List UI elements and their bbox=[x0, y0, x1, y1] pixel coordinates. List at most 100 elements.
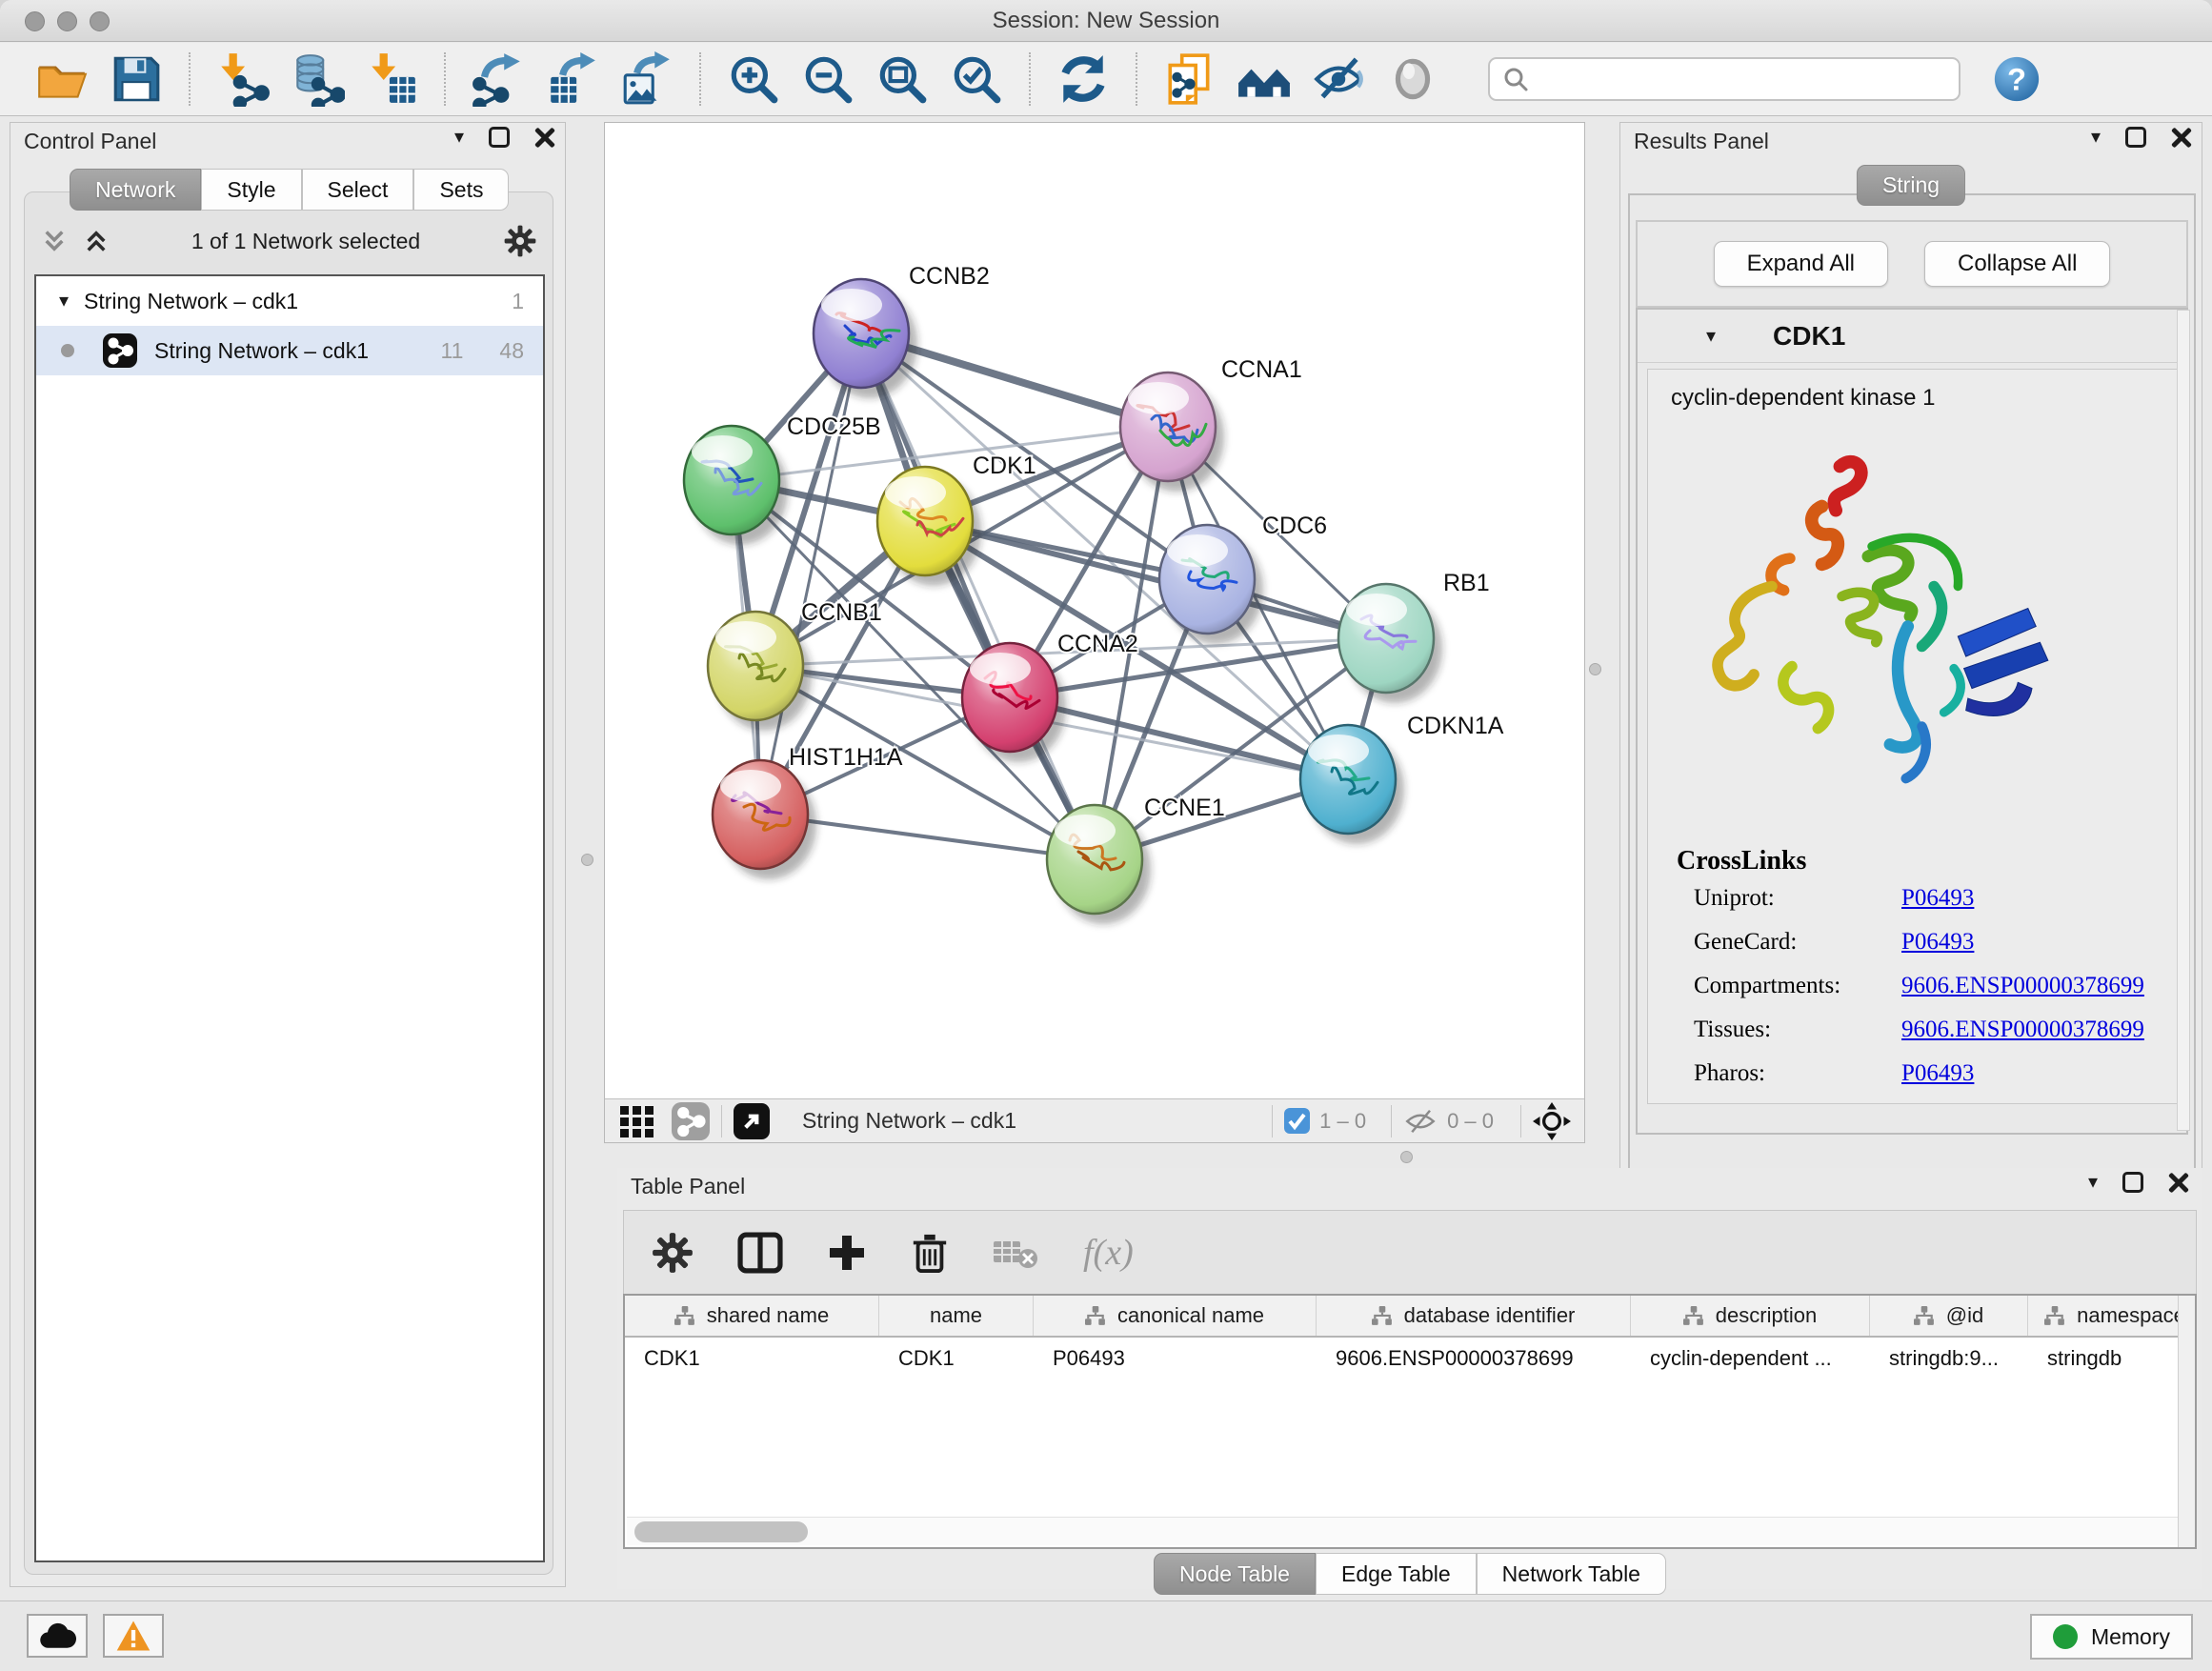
close-panel-button[interactable] bbox=[2171, 127, 2192, 148]
close-panel-button[interactable] bbox=[534, 127, 555, 148]
zoom-out-button[interactable] bbox=[798, 50, 857, 109]
table-cell[interactable]: cyclin-dependent ... bbox=[1631, 1338, 1870, 1379]
save-session-button[interactable] bbox=[107, 50, 166, 109]
collapse-panel-button[interactable]: ▾ bbox=[2091, 128, 2101, 147]
network-node-CCNA2[interactable] bbox=[962, 643, 1066, 762]
delete-trash-icon[interactable] bbox=[910, 1231, 950, 1275]
column-header-sharedname[interactable]: shared name bbox=[625, 1296, 879, 1336]
hscroll-thumb[interactable] bbox=[634, 1521, 808, 1542]
network-canvas[interactable]: CCNB2CCNA1CDC25BCDK1CDC6RB1CCNB1CCNA2CDK… bbox=[605, 123, 1584, 1098]
expand-all-button[interactable]: Expand All bbox=[1714, 241, 1888, 287]
network-collection-row[interactable]: ▾ String Network – cdk1 1 bbox=[36, 276, 543, 326]
collapse-panel-button[interactable]: ▾ bbox=[454, 128, 464, 147]
import-table-button[interactable] bbox=[362, 50, 421, 109]
tab-edge-table[interactable]: Edge Table bbox=[1316, 1553, 1477, 1595]
crosslink-link[interactable]: P06493 bbox=[1901, 885, 1974, 911]
table-settings-gear-icon[interactable] bbox=[651, 1231, 694, 1275]
first-neighbors-button[interactable] bbox=[1235, 50, 1294, 109]
duplicate-network-button[interactable] bbox=[1160, 50, 1219, 109]
add-column-plus-icon[interactable] bbox=[826, 1232, 868, 1274]
table-cell[interactable]: 9606.ENSP00000378699 bbox=[1317, 1338, 1631, 1379]
column-header-canonicalname[interactable]: canonical name bbox=[1034, 1296, 1317, 1336]
close-panel-button[interactable] bbox=[2168, 1172, 2189, 1193]
warnings-button[interactable] bbox=[103, 1614, 164, 1658]
column-header-namespace[interactable]: namespace bbox=[2028, 1296, 2197, 1336]
float-panel-button[interactable] bbox=[489, 127, 510, 148]
tab-network[interactable]: Network bbox=[70, 169, 201, 211]
float-panel-button[interactable] bbox=[2122, 1172, 2143, 1193]
table-vscrollbar[interactable] bbox=[2178, 1296, 2195, 1547]
table-cell[interactable]: CDK1 bbox=[879, 1338, 1034, 1379]
network-node-RB1[interactable] bbox=[1338, 584, 1442, 703]
show-columns-icon[interactable] bbox=[736, 1232, 784, 1274]
tab-select[interactable]: Select bbox=[302, 169, 414, 211]
column-header-id[interactable]: @id bbox=[1870, 1296, 2028, 1336]
zoom-fit-icon bbox=[875, 51, 930, 107]
left-splitter-handle[interactable] bbox=[581, 854, 593, 866]
fit-crosshair-icon[interactable] bbox=[1533, 1102, 1571, 1140]
refresh-view-button[interactable] bbox=[1054, 50, 1113, 109]
table-cell[interactable]: stringdb:9... bbox=[1870, 1338, 2028, 1379]
table-cell[interactable]: stringdb bbox=[2028, 1338, 2197, 1379]
network-edge[interactable] bbox=[760, 333, 861, 815]
export-table-button[interactable] bbox=[543, 50, 602, 109]
network-node-CCNB2[interactable] bbox=[814, 279, 917, 398]
help-button[interactable]: ? bbox=[1987, 50, 2046, 109]
network-node-CDKN1A[interactable] bbox=[1300, 725, 1404, 844]
table-row[interactable]: CDK1CDK1P064939606.ENSP00000378699cyclin… bbox=[625, 1338, 2195, 1379]
crosslink-link[interactable]: P06493 bbox=[1901, 929, 1974, 955]
import-database-button[interactable] bbox=[288, 50, 347, 109]
tab-network-table[interactable]: Network Table bbox=[1477, 1553, 1666, 1595]
right-splitter-handle[interactable] bbox=[1589, 663, 1601, 675]
cloud-status-button[interactable] bbox=[27, 1614, 88, 1658]
tab-style[interactable]: Style bbox=[201, 169, 301, 211]
share-view-icon[interactable] bbox=[672, 1102, 710, 1140]
export-image-button[interactable] bbox=[617, 50, 676, 109]
expand-all-icon[interactable] bbox=[84, 229, 109, 253]
memory-button[interactable]: Memory bbox=[2030, 1614, 2193, 1660]
export-network-button[interactable] bbox=[469, 50, 528, 109]
selected-checkbox-icon[interactable] bbox=[1284, 1108, 1310, 1134]
zoom-in-button[interactable] bbox=[724, 50, 783, 109]
tab-sets[interactable]: Sets bbox=[413, 169, 509, 211]
network-row-selected[interactable]: String Network – cdk1 11 48 bbox=[36, 326, 543, 375]
crosslink-link[interactable]: 9606.ENSP00000378699 bbox=[1901, 973, 2144, 998]
show-all-button[interactable] bbox=[1383, 50, 1442, 109]
open-session-button[interactable] bbox=[32, 50, 91, 109]
network-node-CDC6[interactable] bbox=[1159, 525, 1263, 644]
column-header-description[interactable]: description bbox=[1631, 1296, 1870, 1336]
network-node-HIST1H1A[interactable] bbox=[713, 760, 816, 879]
export-view-icon[interactable] bbox=[734, 1103, 770, 1139]
network-node-CCNA1[interactable] bbox=[1120, 372, 1224, 492]
column-header-databaseidentifier[interactable]: database identifier bbox=[1317, 1296, 1631, 1336]
import-network-button[interactable] bbox=[213, 50, 272, 109]
search-input[interactable] bbox=[1538, 66, 1959, 92]
gear-icon[interactable] bbox=[503, 224, 537, 258]
crosslink-link[interactable]: 9606.ENSP00000378699 bbox=[1901, 1017, 2144, 1042]
column-header-name[interactable]: name bbox=[879, 1296, 1034, 1336]
search-field[interactable] bbox=[1488, 57, 1961, 101]
crosslink-link[interactable]: P06493 bbox=[1901, 1060, 1974, 1086]
grid-view-icon[interactable] bbox=[618, 1102, 656, 1140]
network-node-CDK1[interactable] bbox=[877, 467, 981, 586]
tab-node-table[interactable]: Node Table bbox=[1154, 1553, 1316, 1595]
zoom-selected-button[interactable] bbox=[947, 50, 1006, 109]
function-builder-button[interactable]: f(x) bbox=[1083, 1232, 1134, 1274]
tab-string[interactable]: String bbox=[1857, 165, 1965, 206]
table-cell[interactable]: CDK1 bbox=[625, 1338, 879, 1379]
collapse-panel-button[interactable]: ▾ bbox=[2088, 1173, 2098, 1192]
gene-collapse-icon[interactable]: ▾ bbox=[1706, 327, 1716, 346]
zoom-fit-button[interactable] bbox=[873, 50, 932, 109]
network-node-CDC25B[interactable] bbox=[684, 426, 788, 545]
network-edge[interactable] bbox=[861, 333, 1095, 859]
collapse-all-button[interactable]: Collapse All bbox=[1924, 241, 2110, 287]
hide-selected-button[interactable] bbox=[1309, 50, 1368, 109]
collapse-all-icon[interactable] bbox=[42, 229, 67, 253]
bottom-splitter-handle[interactable] bbox=[1400, 1151, 1413, 1163]
table-hscrollbar[interactable] bbox=[627, 1517, 2180, 1545]
table-cell[interactable]: P06493 bbox=[1034, 1338, 1317, 1379]
network-node-CCNE1[interactable] bbox=[1047, 805, 1151, 924]
collection-expand-icon[interactable]: ▾ bbox=[59, 292, 69, 311]
float-panel-button[interactable] bbox=[2125, 127, 2146, 148]
results-scrollbar[interactable] bbox=[2177, 310, 2190, 1131]
